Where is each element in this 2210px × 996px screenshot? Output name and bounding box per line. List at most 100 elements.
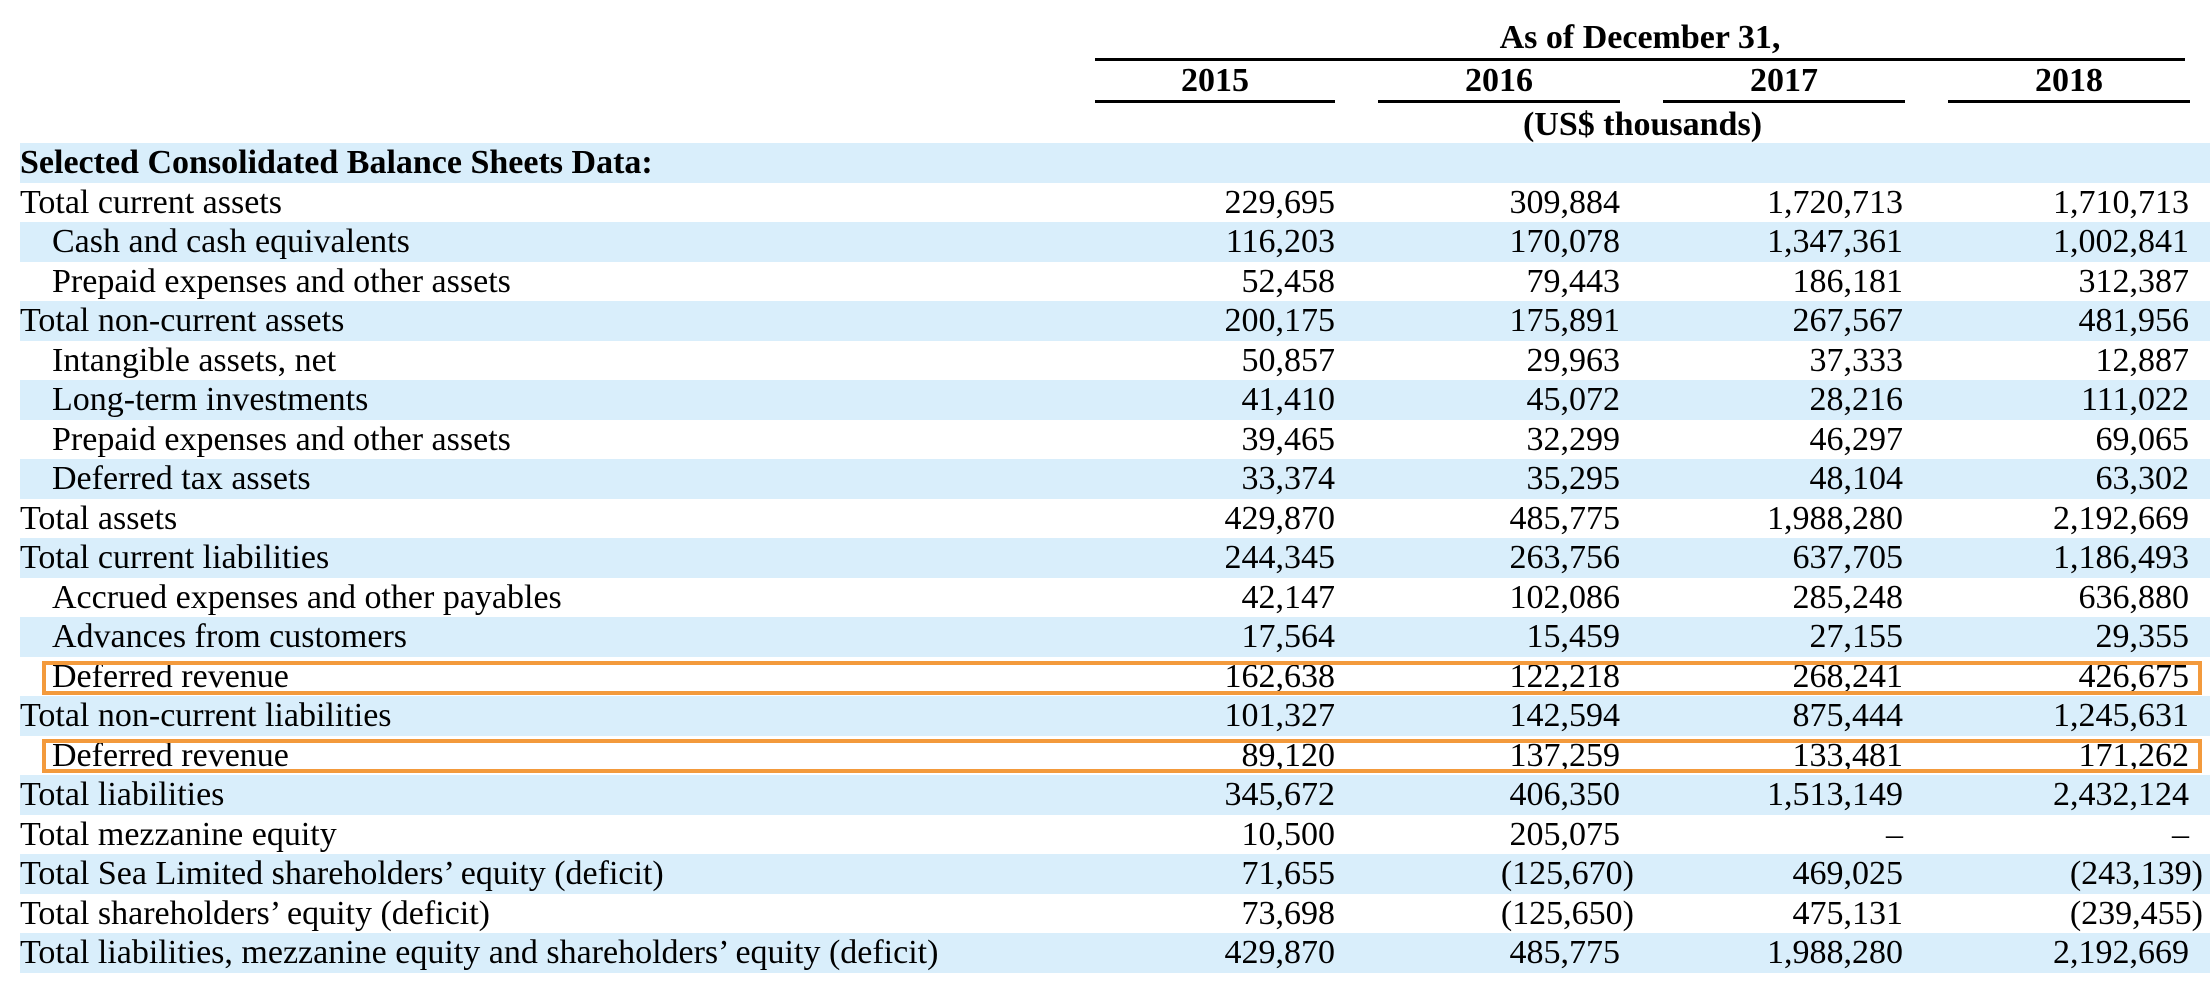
row-value-2016: 137,259 (1509, 736, 1621, 774)
row-value-2015: 429,870 (1224, 934, 1336, 971)
row-value-2015: 162,638 (1224, 657, 1336, 695)
year-header-2017: 2017 (1663, 62, 1905, 103)
row-label: Total current liabilities (20, 539, 330, 576)
row-label: Total non-current assets (20, 302, 345, 339)
row-value-2017: 267,567 (1792, 302, 1904, 339)
row-label: Total liabilities, mezzanine equity and … (20, 934, 939, 971)
row-value-2015: 71,655 (1241, 855, 1336, 892)
table-body: Selected Consolidated Balance Sheets Dat… (20, 143, 2210, 973)
row-value-2018: 636,880 (2078, 578, 2190, 616)
table-row: Selected Consolidated Balance Sheets Dat… (20, 143, 2210, 183)
table-row: Total Sea Limited shareholders’ equity (… (20, 854, 2210, 894)
row-label: Accrued expenses and other payables (52, 578, 562, 616)
table-row: Cash and cash equivalents 116,203 170,078 1… (20, 222, 2210, 262)
row-value-2018: 111,022 (2081, 381, 2189, 418)
row-value-2018: 171,262 (2078, 736, 2190, 774)
row-value-2015: 89,120 (1241, 736, 1336, 774)
row-value-2018: 2,432,124 (2053, 776, 2189, 813)
row-value-2016: 45,072 (1526, 381, 1621, 418)
row-label: Total non-current liabilities (20, 697, 392, 734)
row-value-2018: 312,387 (2078, 262, 2190, 300)
as-of-header: As of December 31, (1095, 18, 2185, 61)
row-value-2017: 1,988,280 (1767, 499, 1903, 537)
table-row: Prepaid expenses and other assets 39,465 3… (20, 420, 2210, 460)
row-label: Selected Consolidated Balance Sheets Dat… (20, 144, 653, 181)
row-value-2017: 268,241 (1792, 657, 1904, 695)
row-value-2017: – (1886, 815, 1903, 853)
table-row: Accrued expenses and other payables 42,14… (20, 578, 2210, 618)
table-row: Total current assets 229,695 309,884 1,720,… (20, 183, 2210, 223)
row-value-2015: 17,564 (1241, 618, 1336, 655)
row-label: Total liabilities (20, 776, 225, 813)
row-value-2015: 10,500 (1241, 815, 1336, 853)
row-value-2017: 28,216 (1809, 381, 1904, 418)
row-value-2015: 116,203 (1225, 223, 1335, 260)
row-label: Cash and cash equivalents (52, 223, 410, 260)
units-label: (US$ thousands) (1522, 106, 1763, 143)
table-row: Prepaid expenses and other assets 52,458 7… (20, 262, 2210, 302)
row-label: Prepaid expenses and other assets (52, 420, 511, 458)
year-header-2015: 2015 (1095, 62, 1335, 103)
row-value-2017: 1,720,713 (1767, 183, 1903, 221)
row-label: Deferred tax assets (52, 460, 311, 497)
row-value-2018: 2,192,669 (2053, 499, 2189, 537)
row-value-2015: 42,147 (1241, 578, 1336, 616)
row-value-2017: 475,131 (1792, 894, 1904, 932)
row-value-2018: 481,956 (2078, 302, 2190, 339)
row-value-2015: 200,175 (1224, 302, 1336, 339)
row-value-2018: 426,675 (2078, 657, 2190, 695)
row-value-2017: 1,988,280 (1767, 934, 1903, 971)
table-row: Long-term investments 41,410 45,072 28,216 1… (20, 380, 2210, 420)
row-value-2018: (243,139) (2069, 855, 2203, 892)
row-value-2018: 69,065 (2095, 420, 2190, 458)
row-value-2015: 101,327 (1224, 697, 1336, 734)
row-value-2018: – (2172, 815, 2189, 853)
table-row: Total current liabilities 244,345 263,756 6… (20, 538, 2210, 578)
row-label: Total assets (20, 499, 178, 537)
row-value-2017: 46,297 (1809, 420, 1904, 458)
row-value-2016: 102,086 (1509, 578, 1621, 616)
row-value-2015: 429,870 (1224, 499, 1336, 537)
row-value-2017: 1,513,149 (1767, 776, 1903, 813)
row-value-2015: 33,374 (1241, 460, 1336, 497)
row-label: Deferred revenue (52, 657, 289, 695)
row-value-2016: 142,594 (1509, 697, 1621, 734)
row-value-2016: 263,756 (1509, 539, 1621, 576)
row-label: Prepaid expenses and other assets (52, 262, 511, 300)
row-value-2016: 32,299 (1526, 420, 1621, 458)
row-value-2017: 1,347,361 (1767, 223, 1903, 260)
row-label: Long-term investments (52, 381, 369, 418)
row-value-2017: 37,333 (1809, 341, 1904, 379)
row-value-2018: 12,887 (2095, 341, 2190, 379)
row-value-2015: 52,458 (1241, 262, 1336, 300)
row-value-2016: 205,075 (1509, 815, 1621, 853)
row-value-2018: 2,192,669 (2053, 934, 2189, 971)
row-value-2017: 637,705 (1792, 539, 1904, 576)
row-label: Total shareholders’ equity (deficit) (20, 894, 490, 932)
row-label: Intangible assets, net (52, 341, 337, 379)
row-label: Total Sea Limited shareholders’ equity (… (20, 855, 664, 892)
row-value-2015: 345,672 (1224, 776, 1336, 813)
row-value-2017: 27,155 (1809, 618, 1904, 655)
row-value-2017: 186,181 (1792, 262, 1904, 300)
table-row: Deferred revenue 162,638 122,218 268,241 426… (20, 657, 2210, 697)
row-value-2016: 15,459 (1526, 618, 1621, 655)
row-value-2016: 35,295 (1526, 460, 1621, 497)
as-of-label: As of December 31, (1499, 19, 1781, 56)
table-row: Deferred tax assets 33,374 35,295 48,104 63,… (20, 459, 2210, 499)
row-value-2016: (125,670) (1500, 855, 1634, 892)
row-value-2016: 309,884 (1509, 183, 1621, 221)
row-value-2018: 1,710,713 (2053, 183, 2189, 221)
year-header-2018: 2018 (1948, 62, 2190, 103)
table-row: Total shareholders’ equity (deficit) 73,6… (20, 894, 2210, 934)
row-label: Advances from customers (52, 618, 408, 655)
year-header-2016: 2016 (1378, 62, 1620, 103)
row-value-2017: 133,481 (1792, 736, 1904, 774)
row-value-2017: 285,248 (1792, 578, 1904, 616)
row-value-2016: 79,443 (1526, 262, 1621, 300)
row-value-2017: 875,444 (1792, 697, 1904, 734)
row-value-2016: 175,891 (1509, 302, 1621, 339)
row-value-2015: 229,695 (1224, 183, 1336, 221)
row-value-2018: 29,355 (2095, 618, 2190, 655)
table-row: Total mezzanine equity 10,500 205,075 – – (20, 815, 2210, 855)
